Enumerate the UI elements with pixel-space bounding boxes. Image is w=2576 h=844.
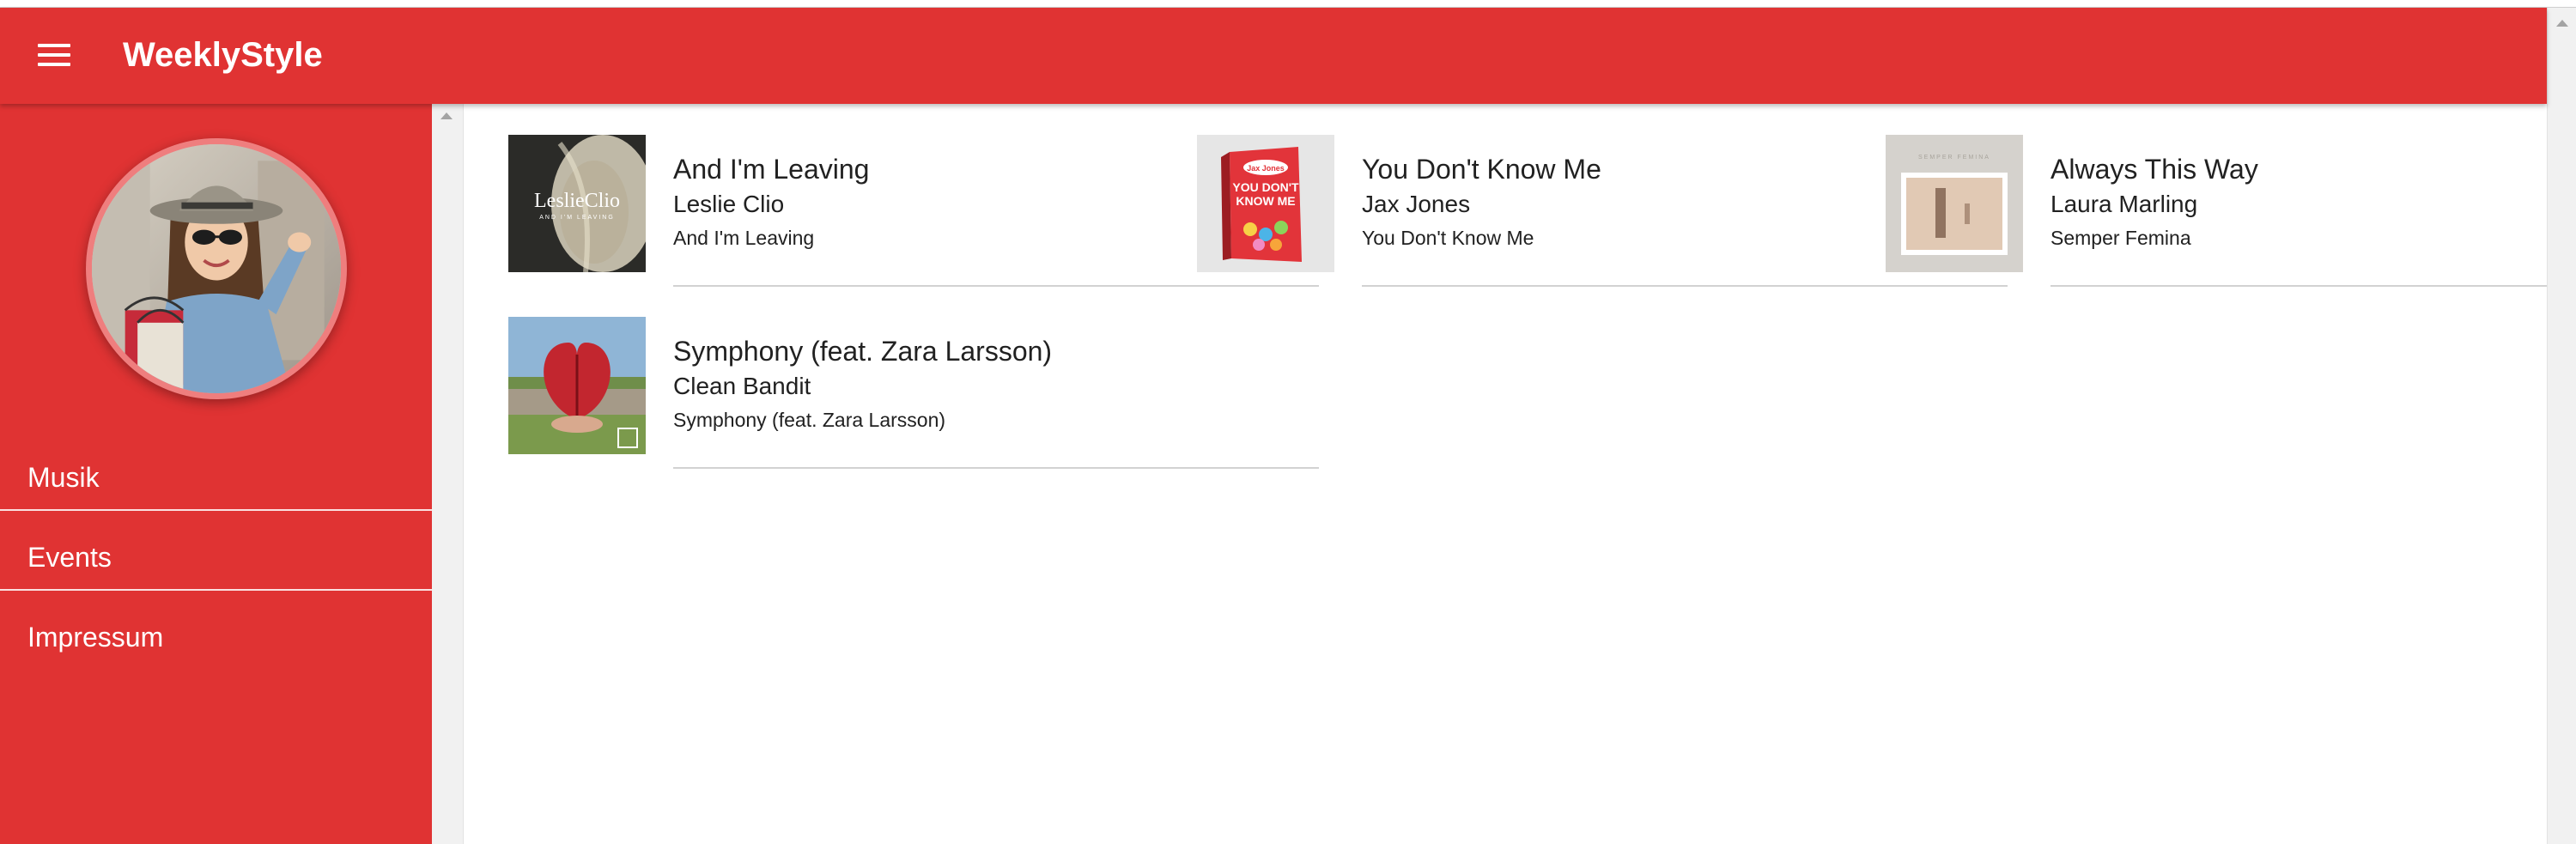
- sidebar-nav: Musik Events Impressum: [0, 431, 432, 671]
- avatar: [86, 138, 347, 399]
- svg-text:AND I'M LEAVING: AND I'M LEAVING: [539, 215, 615, 221]
- laura-marling-cover: SEMPER FEMINA: [1886, 135, 2023, 272]
- svg-text:LeslieClio: LeslieClio: [534, 190, 620, 212]
- song-title: You Don't Know Me: [1362, 154, 1601, 185]
- song-album: You Don't Know Me: [1362, 227, 1534, 249]
- clean-bandit-cover: [508, 317, 646, 454]
- sidebar-item-events[interactable]: Events: [0, 511, 432, 591]
- browser-top-edge: [0, 0, 2576, 8]
- sidebar: Musik Events Impressum: [0, 104, 432, 844]
- song-card[interactable]: LeslieClio AND I'M LEAVING And I'm Leavi…: [508, 135, 1319, 289]
- app-root: WeeklyStyle Musik Events Impressum Lesli…: [0, 0, 2576, 844]
- song-artist: Clean Bandit: [673, 373, 811, 399]
- app-title: WeeklyStyle: [123, 36, 323, 74]
- sidebar-item-label: Musik: [27, 462, 100, 493]
- jax-jones-cover: Jax Jones YOU DON'T KNOW ME: [1197, 135, 1334, 272]
- chevron-up-icon[interactable]: [440, 112, 453, 119]
- song-album: Symphony (feat. Zara Larsson): [673, 409, 946, 431]
- menu-icon[interactable]: [34, 39, 76, 73]
- song-title: And I'm Leaving: [673, 154, 870, 185]
- leslie-clio-cover: LeslieClio AND I'M LEAVING: [508, 135, 646, 272]
- song-info: Symphony (feat. Zara Larsson) Clean Band…: [673, 317, 1319, 469]
- song-artist: Laura Marling: [2050, 191, 2198, 217]
- page-scrollbar[interactable]: [2547, 8, 2576, 844]
- sidebar-scrollbar[interactable]: [432, 104, 464, 844]
- song-card[interactable]: Symphony (feat. Zara Larsson) Clean Band…: [508, 317, 1319, 471]
- song-artist: Jax Jones: [1362, 191, 1471, 217]
- sidebar-item-impressum[interactable]: Impressum: [0, 591, 432, 671]
- svg-text:Jax Jones: Jax Jones: [1247, 164, 1285, 173]
- sidebar-item-musik[interactable]: Musik: [0, 431, 432, 511]
- app-bar: WeeklyStyle: [0, 8, 2547, 104]
- sidebar-item-label: Impressum: [27, 622, 164, 653]
- chevron-up-icon[interactable]: [2556, 20, 2568, 27]
- song-artist: Leslie Clio: [673, 191, 785, 217]
- song-album: Semper Femina: [2050, 227, 2191, 249]
- song-card[interactable]: SEMPER FEMINA Always This Way Laura Marl…: [1886, 135, 2576, 289]
- svg-text:YOU DON'T: YOU DON'T: [1232, 180, 1299, 194]
- svg-text:KNOW ME: KNOW ME: [1236, 194, 1295, 208]
- song-title: Symphony (feat. Zara Larsson): [673, 336, 1053, 367]
- song-card[interactable]: Jax Jones YOU DON'T KNOW ME You Don't Kn…: [1197, 135, 2008, 289]
- sidebar-item-label: Events: [27, 542, 112, 573]
- song-info: Always This Way Laura Marling Semper Fem…: [2050, 135, 2576, 287]
- song-list: LeslieClio AND I'M LEAVING And I'm Leavi…: [465, 104, 2576, 844]
- svg-text:SEMPER FEMINA: SEMPER FEMINA: [1918, 155, 1990, 161]
- song-title: Always This Way: [2050, 154, 2258, 185]
- song-album: And I'm Leaving: [673, 227, 815, 249]
